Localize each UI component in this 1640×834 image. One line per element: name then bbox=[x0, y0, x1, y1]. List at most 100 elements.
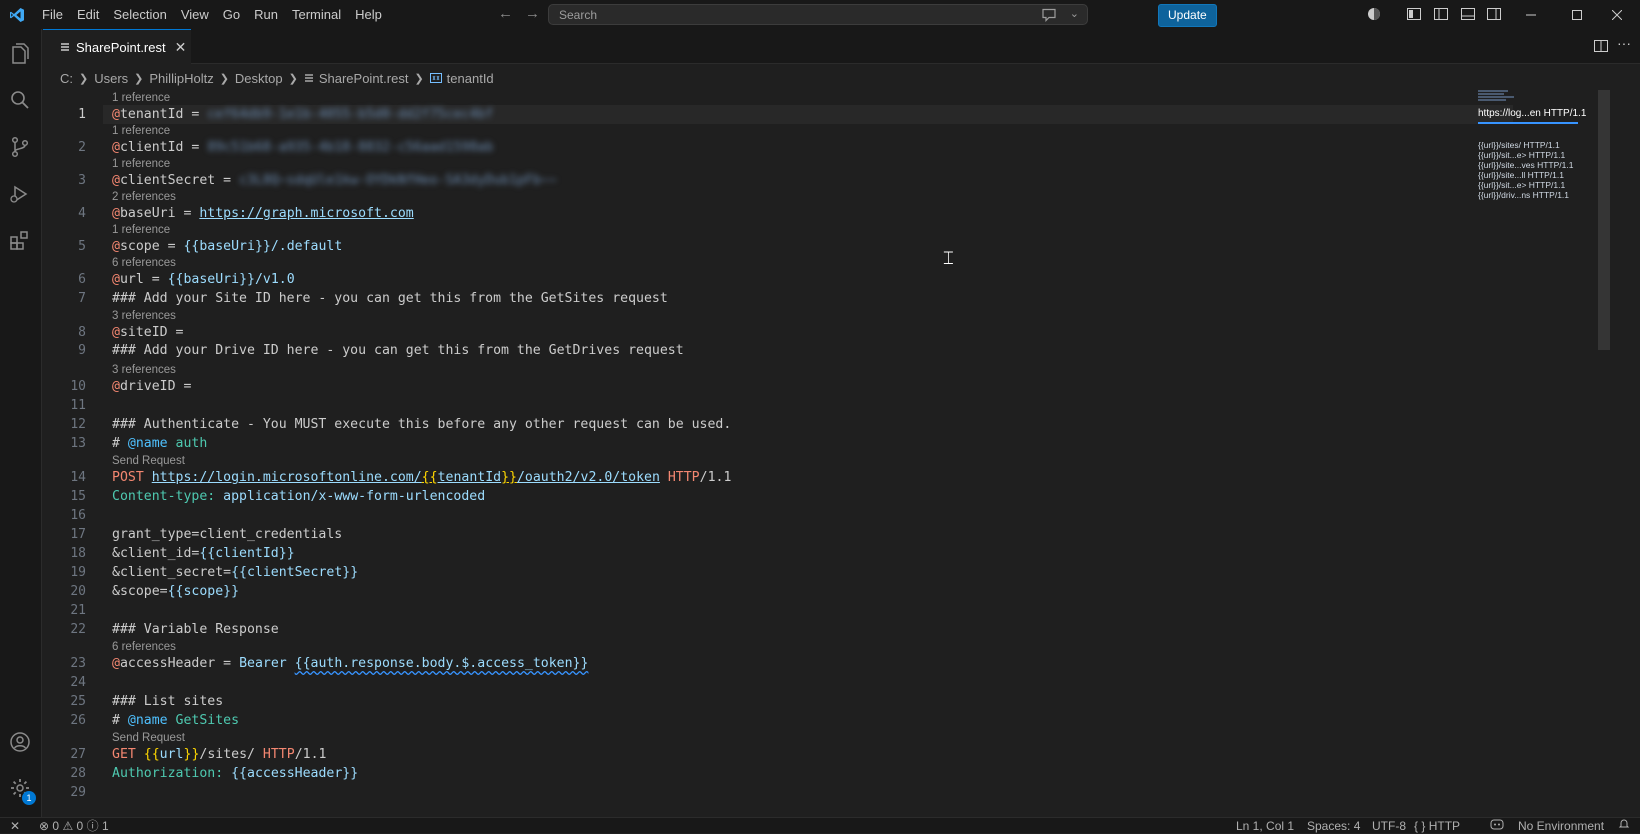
reference-count[interactable]: 1 reference bbox=[112, 222, 170, 238]
send-request-link[interactable]: Send Request bbox=[112, 730, 185, 746]
back-arrow-icon[interactable]: ← bbox=[498, 5, 513, 22]
minimap-entry[interactable]: {{url}}/sit...e> HTTP/1.1 bbox=[1478, 150, 1565, 160]
customize-layout-icon[interactable] bbox=[1406, 6, 1422, 22]
breadcrumb-user[interactable]: PhillipHoltz bbox=[149, 71, 213, 86]
code-lens[interactable]: 3 references bbox=[43, 362, 1513, 378]
copilot-chat-icon[interactable] bbox=[1041, 8, 1057, 25]
reference-count[interactable]: 1 reference bbox=[112, 90, 170, 106]
reference-count[interactable]: 3 references bbox=[112, 362, 176, 378]
menu-selection[interactable]: Selection bbox=[106, 0, 173, 29]
minimize-icon[interactable] bbox=[1508, 0, 1554, 29]
minimap-entry[interactable]: {{url}}/site...ves HTTP/1.1 bbox=[1478, 160, 1573, 170]
code-editor[interactable]: 1 reference 1 @tenantId = cef64db9-1e1b-4… bbox=[43, 90, 1513, 817]
vertical-scrollbar[interactable] bbox=[1598, 90, 1610, 350]
search-input[interactable]: Search ⌄ bbox=[548, 4, 1088, 25]
problems-indicator[interactable]: ⊗ 0 ⚠ 0 ⓘ 1 bbox=[39, 818, 109, 834]
encoding[interactable]: UTF-8 bbox=[1372, 818, 1406, 834]
close-icon[interactable]: ✕ bbox=[175, 39, 187, 56]
body-key: &client_id= bbox=[112, 546, 200, 561]
menu-file[interactable]: File bbox=[35, 0, 70, 29]
code-line: 16 bbox=[43, 506, 1513, 525]
reference-count[interactable]: 6 references bbox=[112, 639, 176, 655]
url-link[interactable]: https://login.microsoftonline.com/ bbox=[152, 470, 422, 485]
code-lens[interactable]: 1 reference bbox=[43, 123, 1513, 139]
code-line: 10 @driveID = bbox=[43, 377, 1513, 396]
copilot-icon[interactable] bbox=[1366, 6, 1382, 22]
code-lens[interactable]: Send Request bbox=[43, 453, 1513, 469]
minimap-viewport-marker bbox=[1478, 122, 1578, 124]
url-link[interactable]: https://graph.microsoft.com bbox=[199, 206, 413, 221]
chevron-down-icon[interactable]: ⌄ bbox=[1070, 7, 1079, 20]
copilot-status-icon[interactable] bbox=[1490, 818, 1504, 834]
menu-run[interactable]: Run bbox=[247, 0, 285, 29]
accounts-icon[interactable] bbox=[7, 729, 33, 755]
menu-view[interactable]: View bbox=[174, 0, 216, 29]
reference-count[interactable]: 3 references bbox=[112, 308, 176, 324]
minimap-entry[interactable]: {{url}}/sit...e> HTTP/1.1 bbox=[1478, 180, 1565, 190]
reference-count[interactable]: 1 reference bbox=[112, 156, 170, 172]
chevron-right-icon: ❯ bbox=[288, 72, 298, 85]
indentation[interactable]: Spaces: 4 bbox=[1307, 818, 1360, 834]
environment-selector[interactable]: No Environment bbox=[1518, 818, 1604, 834]
remote-icon[interactable]: ✕ bbox=[10, 818, 20, 834]
status-bar: ✕ ⊗ 0 ⚠ 0 ⓘ 1 Ln 1, Col 1 Spaces: 4 UTF-… bbox=[0, 817, 1640, 833]
file-type-icon bbox=[304, 71, 314, 86]
code-lens[interactable]: 1 reference bbox=[43, 90, 1513, 106]
reference-count[interactable]: 6 references bbox=[112, 255, 176, 271]
extensions-icon[interactable] bbox=[7, 227, 33, 253]
reference-count[interactable]: 2 references bbox=[112, 189, 176, 205]
code-lens[interactable]: 6 references bbox=[43, 639, 1513, 655]
code-lens[interactable]: 1 reference bbox=[43, 156, 1513, 172]
toggle-sidebar-icon[interactable] bbox=[1433, 6, 1449, 22]
send-request-link[interactable]: Send Request bbox=[112, 453, 185, 469]
http-version: HTTP bbox=[262, 747, 295, 762]
minimap-entry[interactable]: {{url}}/sites/ HTTP/1.1 bbox=[1478, 140, 1560, 150]
toggle-panel-icon[interactable] bbox=[1460, 6, 1476, 22]
code-lens[interactable]: 1 reference bbox=[43, 222, 1513, 238]
menu-terminal[interactable]: Terminal bbox=[285, 0, 348, 29]
breadcrumb-symbol[interactable]: tenantId bbox=[447, 71, 494, 86]
explorer-icon[interactable] bbox=[7, 41, 33, 67]
code-lens[interactable]: 3 references bbox=[43, 308, 1513, 324]
minimap-entry[interactable]: {{url}}/driv...ns HTTP/1.1 bbox=[1478, 190, 1569, 200]
more-actions-icon[interactable]: ··· bbox=[1617, 35, 1631, 51]
language-label: HTTP bbox=[1428, 819, 1461, 833]
update-button[interactable]: Update bbox=[1158, 4, 1217, 27]
notifications-bell-icon[interactable] bbox=[1618, 818, 1630, 834]
cursor-position[interactable]: Ln 1, Col 1 bbox=[1236, 818, 1294, 834]
toggle-secondary-sidebar-icon[interactable] bbox=[1486, 6, 1502, 22]
search-placeholder: Search bbox=[559, 8, 598, 22]
menu-edit[interactable]: Edit bbox=[70, 0, 106, 29]
code-line: 25 ### List sites bbox=[43, 692, 1513, 711]
split-editor-icon[interactable] bbox=[1593, 38, 1609, 57]
code-lens[interactable]: Send Request bbox=[43, 730, 1513, 746]
breadcrumb-file[interactable]: SharePoint.rest bbox=[319, 71, 409, 86]
code-line: 11 bbox=[43, 396, 1513, 415]
minimap-sticky-line[interactable]: https://log...en HTTP/1.1 bbox=[1478, 108, 1586, 119]
source-control-icon[interactable] bbox=[7, 134, 33, 160]
breadcrumb-drive[interactable]: C: bbox=[60, 71, 73, 86]
menu-help[interactable]: Help bbox=[348, 0, 389, 29]
reference-count[interactable]: 1 reference bbox=[112, 123, 170, 139]
search-icon[interactable] bbox=[7, 87, 33, 113]
line-number: 29 bbox=[70, 785, 86, 800]
menu-go[interactable]: Go bbox=[216, 0, 247, 29]
forward-arrow-icon[interactable]: → bbox=[525, 5, 540, 22]
variable-name: siteID bbox=[119, 325, 168, 340]
run-debug-icon[interactable] bbox=[7, 181, 33, 207]
code-lens[interactable]: 6 references bbox=[43, 255, 1513, 271]
tab-sharepoint-rest[interactable]: SharePoint.rest ✕ bbox=[43, 29, 191, 64]
file-type-icon bbox=[61, 43, 69, 51]
code-lens[interactable]: 2 references bbox=[43, 189, 1513, 205]
breadcrumb-desktop[interactable]: Desktop bbox=[235, 71, 283, 86]
comment-text: ### Add your Drive ID here - you can get… bbox=[112, 343, 684, 358]
breadcrumb-users[interactable]: Users bbox=[94, 71, 128, 86]
url-variable: url bbox=[159, 747, 184, 762]
variable-value: Bearer bbox=[239, 656, 295, 671]
close-window-icon[interactable] bbox=[1594, 0, 1640, 29]
minimap-entry[interactable]: {{url}}/site...ll HTTP/1.1 bbox=[1478, 170, 1564, 180]
variable-name: clientSecret bbox=[119, 173, 216, 188]
error-icon: ⊗ bbox=[39, 819, 50, 833]
language-mode[interactable]: { } HTTP bbox=[1414, 818, 1460, 834]
url-link[interactable]: /oauth2/v2.0/token bbox=[517, 470, 660, 485]
